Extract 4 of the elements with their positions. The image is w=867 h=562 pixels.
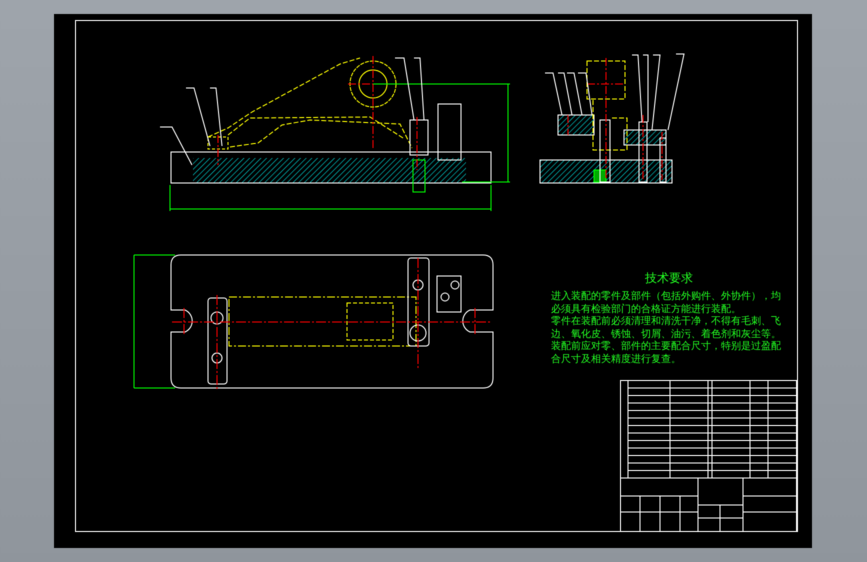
requirement-text: 进入装配的零件及部件（包括外购件、外协件），均必须具有检验部门的合格证方能进行装配。 <box>551 291 782 316</box>
requirement-text: 装配前应对零、部件的主要配合尺寸，特别是过盈配合尺寸及相关精度进行复查。 <box>551 341 782 366</box>
requirement-text: 零件在装配前必须清理和清洗干净，不得有毛刺、飞边、氧化皮、锈蚀、切屑、油污、着色剂和灰尘等。 <box>551 316 782 340</box>
requirements-title: 技术要求 <box>644 270 694 287</box>
